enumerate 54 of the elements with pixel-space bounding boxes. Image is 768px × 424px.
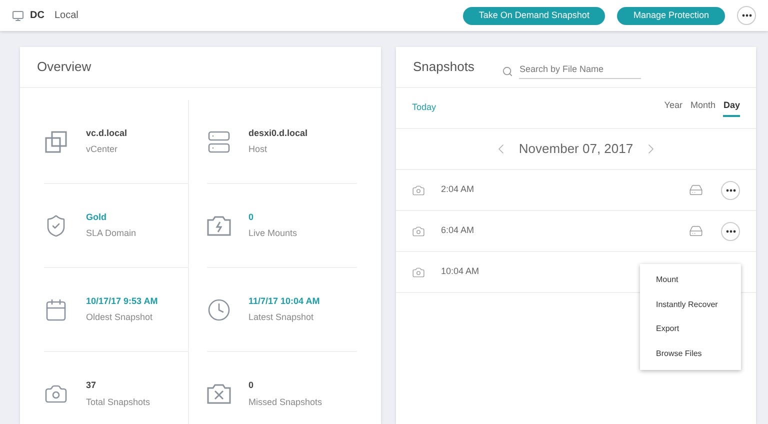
menu-item[interactable]: Export	[640, 317, 741, 342]
camera-cross-icon	[206, 384, 230, 404]
drive-icon[interactable]	[689, 183, 703, 197]
more-button[interactable]	[737, 6, 756, 25]
overview-value: vc.d.local	[86, 126, 128, 140]
overview-value: 11/7/17 10:04 AM	[248, 294, 320, 308]
menu-item[interactable]: Browse Files	[640, 342, 741, 366]
search-field[interactable]: Search by File Name	[519, 62, 642, 80]
period-tab[interactable]: Day	[723, 98, 740, 118]
snapshot-time[interactable]: 2:04 AM	[441, 183, 474, 197]
overview-label: Host	[248, 143, 268, 156]
more-icon	[742, 14, 752, 17]
overview-label: Live Mounts	[248, 227, 298, 240]
more-button[interactable]	[721, 222, 740, 240]
menu-item[interactable]: Instantly Recover	[640, 292, 741, 317]
overview-label: Latest Snapshot	[248, 311, 315, 324]
overview-value: 0	[248, 379, 255, 392]
server-icon	[206, 130, 230, 154]
camera-icon	[412, 266, 425, 278]
menu-item[interactable]: Mount	[640, 268, 741, 292]
overview-label: Oldest Snapshot	[86, 311, 154, 324]
overview-value: 37	[86, 379, 98, 392]
overview-value: Gold	[86, 210, 108, 224]
more-icon	[726, 188, 736, 192]
camera-icon	[412, 184, 425, 196]
period-tab[interactable]: Year	[664, 98, 682, 118]
action-button[interactable]: Take On Demand Snapshot	[462, 6, 606, 24]
breadcrumb-item[interactable]: DC	[30, 8, 44, 23]
overview-value: desxi0.d.local	[248, 126, 308, 140]
period-tab[interactable]: Month	[690, 98, 716, 118]
breadcrumb-item[interactable]: Local	[54, 8, 78, 23]
more-button[interactable]	[721, 180, 740, 200]
overview-label: Total Snapshots	[86, 396, 150, 409]
more-icon	[726, 230, 736, 232]
today-link[interactable]: Today	[412, 101, 436, 115]
monitor-icon	[12, 10, 24, 22]
card-title: Snapshots	[413, 58, 474, 76]
camera-bolt-icon	[206, 216, 230, 236]
snapshot-time[interactable]: 6:04 AM	[441, 224, 474, 238]
action-button[interactable]: Manage Protection	[617, 6, 725, 24]
overview-label: vCenter	[86, 143, 119, 156]
card-title: Overview	[37, 58, 92, 76]
camera-icon	[412, 224, 425, 238]
snapshot-time[interactable]: 10:04 AM	[441, 265, 480, 279]
overview-label: SLA Domain	[86, 227, 136, 240]
overview-label: Missed Snapshots	[248, 396, 322, 409]
calendar-icon	[44, 298, 68, 322]
clock-icon	[206, 298, 230, 322]
overlapping-squares-icon	[44, 130, 68, 154]
overview-value: 10/17/17 9:53 AM	[86, 294, 158, 308]
date-label: November 07, 2017	[518, 140, 634, 158]
search-icon	[502, 66, 514, 76]
overview-value: 0	[248, 210, 255, 224]
drive-icon[interactable]	[689, 224, 703, 238]
